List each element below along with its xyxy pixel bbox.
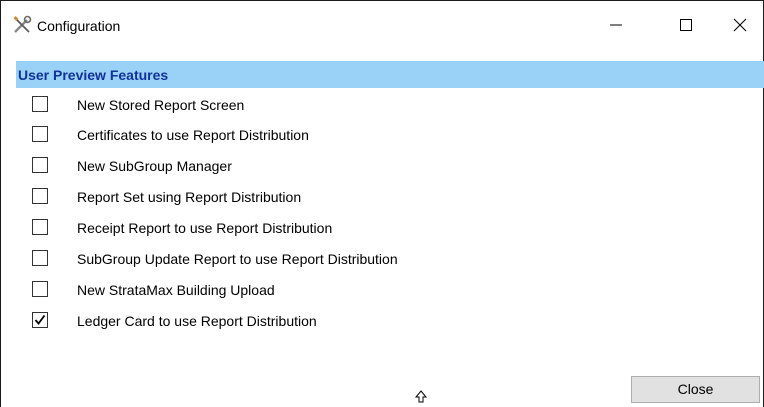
configuration-window: Configuration User Preview Features New … bbox=[0, 0, 764, 407]
option-new-stored-report-screen[interactable]: New Stored Report Screen bbox=[1, 94, 601, 118]
option-label: Receipt Report to use Report Distributio… bbox=[77, 220, 333, 236]
section-header: User Preview Features bbox=[16, 61, 764, 88]
close-button[interactable]: Close bbox=[631, 376, 760, 403]
minimize-icon bbox=[610, 24, 622, 26]
checkbox[interactable] bbox=[32, 188, 48, 204]
checkbox[interactable] bbox=[32, 157, 48, 173]
maximize-icon bbox=[680, 19, 692, 31]
checkbox[interactable] bbox=[32, 219, 48, 235]
option-ledger-card-report-distribution[interactable]: Ledger Card to use Report Distribution bbox=[1, 310, 601, 334]
minimize-button[interactable] bbox=[593, 10, 639, 40]
option-label: Report Set using Report Distribution bbox=[77, 189, 302, 205]
option-label: SubGroup Update Report to use Report Dis… bbox=[77, 251, 398, 267]
close-icon bbox=[733, 18, 747, 32]
close-window-button[interactable] bbox=[717, 10, 763, 40]
title-bar[interactable]: Configuration bbox=[1, 0, 763, 51]
option-new-subgroup-manager[interactable]: New SubGroup Manager bbox=[1, 155, 601, 179]
option-label: New Stored Report Screen bbox=[77, 97, 245, 113]
checkbox[interactable] bbox=[32, 250, 48, 266]
section-title: User Preview Features bbox=[18, 67, 169, 83]
option-subgroup-update-report-distribution[interactable]: SubGroup Update Report to use Report Dis… bbox=[1, 248, 601, 272]
option-certificates-report-distribution[interactable]: Certificates to use Report Distribution bbox=[1, 124, 601, 148]
window-title: Configuration bbox=[37, 18, 121, 34]
mouse-cursor-icon bbox=[414, 390, 428, 404]
option-label: New SubGroup Manager bbox=[77, 158, 232, 174]
checkbox[interactable] bbox=[32, 126, 48, 142]
checkbox[interactable] bbox=[32, 312, 48, 328]
option-new-stratamax-building-upload[interactable]: New StrataMax Building Upload bbox=[1, 279, 601, 303]
option-label: New StrataMax Building Upload bbox=[77, 282, 275, 298]
tools-icon bbox=[12, 15, 32, 35]
checkbox[interactable] bbox=[32, 281, 48, 297]
option-label: Certificates to use Report Distribution bbox=[77, 127, 309, 143]
option-label: Ledger Card to use Report Distribution bbox=[77, 313, 317, 329]
checkmark-icon bbox=[34, 314, 46, 325]
maximize-button[interactable] bbox=[663, 10, 709, 40]
checkbox[interactable] bbox=[32, 96, 48, 112]
option-receipt-report-distribution[interactable]: Receipt Report to use Report Distributio… bbox=[1, 217, 601, 241]
option-report-set-report-distribution[interactable]: Report Set using Report Distribution bbox=[1, 186, 601, 210]
